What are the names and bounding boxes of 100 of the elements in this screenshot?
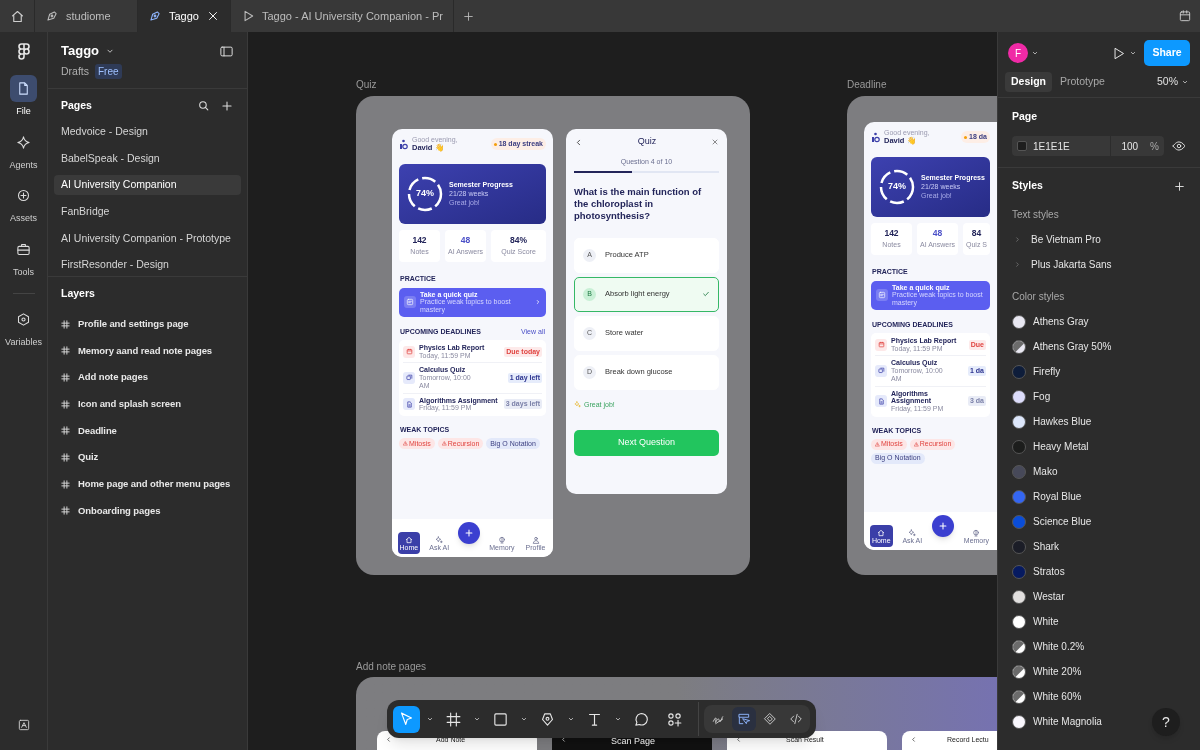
mode-button[interactable]	[732, 707, 756, 731]
panel-tab[interactable]: Design	[1005, 72, 1052, 92]
location-label: Drafts	[61, 64, 89, 79]
app-logo-icon	[871, 131, 880, 143]
color-style-item[interactable]: Mako	[1033, 464, 1058, 479]
text-style-item[interactable]: Plus Jakarta Sans	[1031, 257, 1112, 272]
pen-nib-icon	[45, 9, 59, 23]
color-style-item[interactable]: Westar	[1033, 589, 1065, 604]
hexagon-icon	[16, 312, 31, 327]
add-style-button[interactable]	[1173, 179, 1186, 193]
plus-icon	[464, 528, 475, 538]
color-style-item[interactable]: Athens Gray 50%	[1033, 339, 1112, 354]
layer-item[interactable]: Memory aand read note pages	[78, 343, 213, 358]
layer-item[interactable]: Onboarding pages	[78, 503, 161, 519]
panel-tab[interactable]: Prototype	[1054, 72, 1111, 92]
file-icon	[16, 81, 31, 96]
rail-tab[interactable]: Tools	[10, 235, 37, 279]
color-style-item[interactable]: Stratos	[1033, 564, 1065, 579]
section-title: Styles	[1012, 178, 1043, 194]
cards-icon	[875, 364, 887, 377]
play-icon	[241, 9, 255, 23]
help-button[interactable]: ?	[1152, 708, 1180, 736]
search-button[interactable]	[197, 99, 210, 113]
rail-tab[interactable]: Variables	[5, 306, 42, 350]
section-title: Layers	[60, 285, 96, 301]
color-style-item[interactable]: White 60%	[1033, 689, 1082, 704]
file-name[interactable]: Taggo	[61, 41, 100, 61]
sidebar-toggle-button[interactable]	[219, 43, 234, 59]
chevron-right-icon	[1014, 236, 1021, 243]
check-icon	[702, 290, 710, 299]
layer-item[interactable]: Home page and other menu pages	[78, 477, 231, 492]
frame-label[interactable]: Quiz	[356, 77, 377, 92]
layer-item[interactable]: Deadline	[78, 423, 117, 438]
pointer-icon	[398, 710, 415, 728]
hex-value: 1E1E1E	[1033, 139, 1070, 154]
rail-tab[interactable]: Agents	[9, 128, 38, 172]
color-style-item[interactable]: Athens Gray	[1033, 314, 1089, 329]
text-style-item[interactable]: Be Vietnam Pro	[1031, 232, 1101, 247]
color-style-item[interactable]: White Magnolia	[1033, 714, 1102, 729]
layer-item[interactable]: Add note pages	[78, 370, 148, 385]
tool-button[interactable]	[393, 705, 420, 733]
sparkle-icon	[908, 528, 917, 537]
frame-icon	[445, 710, 462, 728]
color-style-item[interactable]: Firefly	[1033, 364, 1061, 379]
page-item[interactable]: BabelSpeak - Design	[54, 148, 241, 169]
add-button[interactable]	[458, 522, 481, 544]
add-page-button[interactable]	[220, 98, 234, 113]
page-item[interactable]: AI University Companion	[54, 175, 241, 196]
rail-tab[interactable]: Assets	[10, 182, 37, 226]
page-item[interactable]: Medvoice - Design	[54, 121, 241, 142]
frame-label[interactable]: Deadline	[847, 77, 887, 92]
warning-icon	[913, 442, 919, 448]
color-style-item[interactable]: Science Blue	[1033, 514, 1092, 529]
close-button[interactable]	[711, 138, 719, 146]
visibility-button[interactable]	[1172, 139, 1186, 153]
layer-item[interactable]: Quiz	[78, 450, 99, 465]
tab-label: Taggo	[169, 8, 199, 24]
page-item[interactable]: FanBridge	[54, 201, 241, 222]
frame-icon	[60, 345, 71, 357]
chevron-right-icon	[1014, 261, 1021, 268]
stat-value: 142	[884, 227, 899, 241]
frame-label[interactable]: Add note pages	[356, 659, 427, 674]
home-icon	[9, 8, 25, 24]
caret-icon	[473, 715, 481, 723]
subsection-title: Color styles	[1012, 290, 1066, 303]
color-style-item[interactable]: Royal Blue	[1033, 489, 1082, 504]
back-button[interactable]	[574, 137, 583, 147]
page-item[interactable]: AI University Companion - Prototype	[54, 228, 241, 249]
color-style-item[interactable]: Hawkes Blue	[1033, 414, 1092, 429]
page-item[interactable]: FirstResonder - Design	[54, 255, 241, 276]
calendar-icon	[875, 338, 887, 351]
caret-icon	[426, 715, 434, 723]
user-avatar[interactable]: F	[1008, 43, 1028, 63]
add-button[interactable]	[932, 515, 954, 537]
layer-item[interactable]: Profile and settings page	[78, 316, 189, 332]
calendar-icon	[1178, 9, 1192, 23]
zoom-level[interactable]: 50%	[1157, 74, 1178, 90]
cards-icon	[403, 371, 415, 384]
quiz-icon	[406, 298, 414, 307]
color-style-item[interactable]: White 0.2%	[1033, 639, 1085, 654]
plus-icon	[461, 9, 475, 23]
color-style-item[interactable]: White	[1033, 614, 1059, 629]
pen-icon	[539, 710, 556, 728]
tab-label: Taggo - AI University Companion - Pr	[262, 8, 443, 24]
frame-icon	[60, 371, 71, 383]
unit-label: %	[1150, 139, 1159, 154]
search-icon	[197, 99, 210, 113]
color-style-item[interactable]: Fog	[1033, 389, 1051, 404]
panel-button[interactable]	[17, 718, 31, 732]
frame-icon	[60, 452, 71, 464]
warning-icon	[875, 442, 880, 448]
color-style-item[interactable]: White 20%	[1033, 664, 1082, 679]
design-icon	[737, 712, 751, 726]
close-icon	[206, 9, 220, 23]
color-style-item[interactable]: Heavy Metal	[1033, 439, 1089, 454]
color-style-item[interactable]: Shark	[1033, 539, 1060, 554]
document-tab[interactable]: Taggo	[137, 0, 230, 32]
layer-item[interactable]: Icon and splash screen	[78, 397, 181, 412]
color-field[interactable]: 1E1E1E 100 %	[1012, 136, 1164, 156]
plus-circle-icon	[16, 188, 31, 203]
